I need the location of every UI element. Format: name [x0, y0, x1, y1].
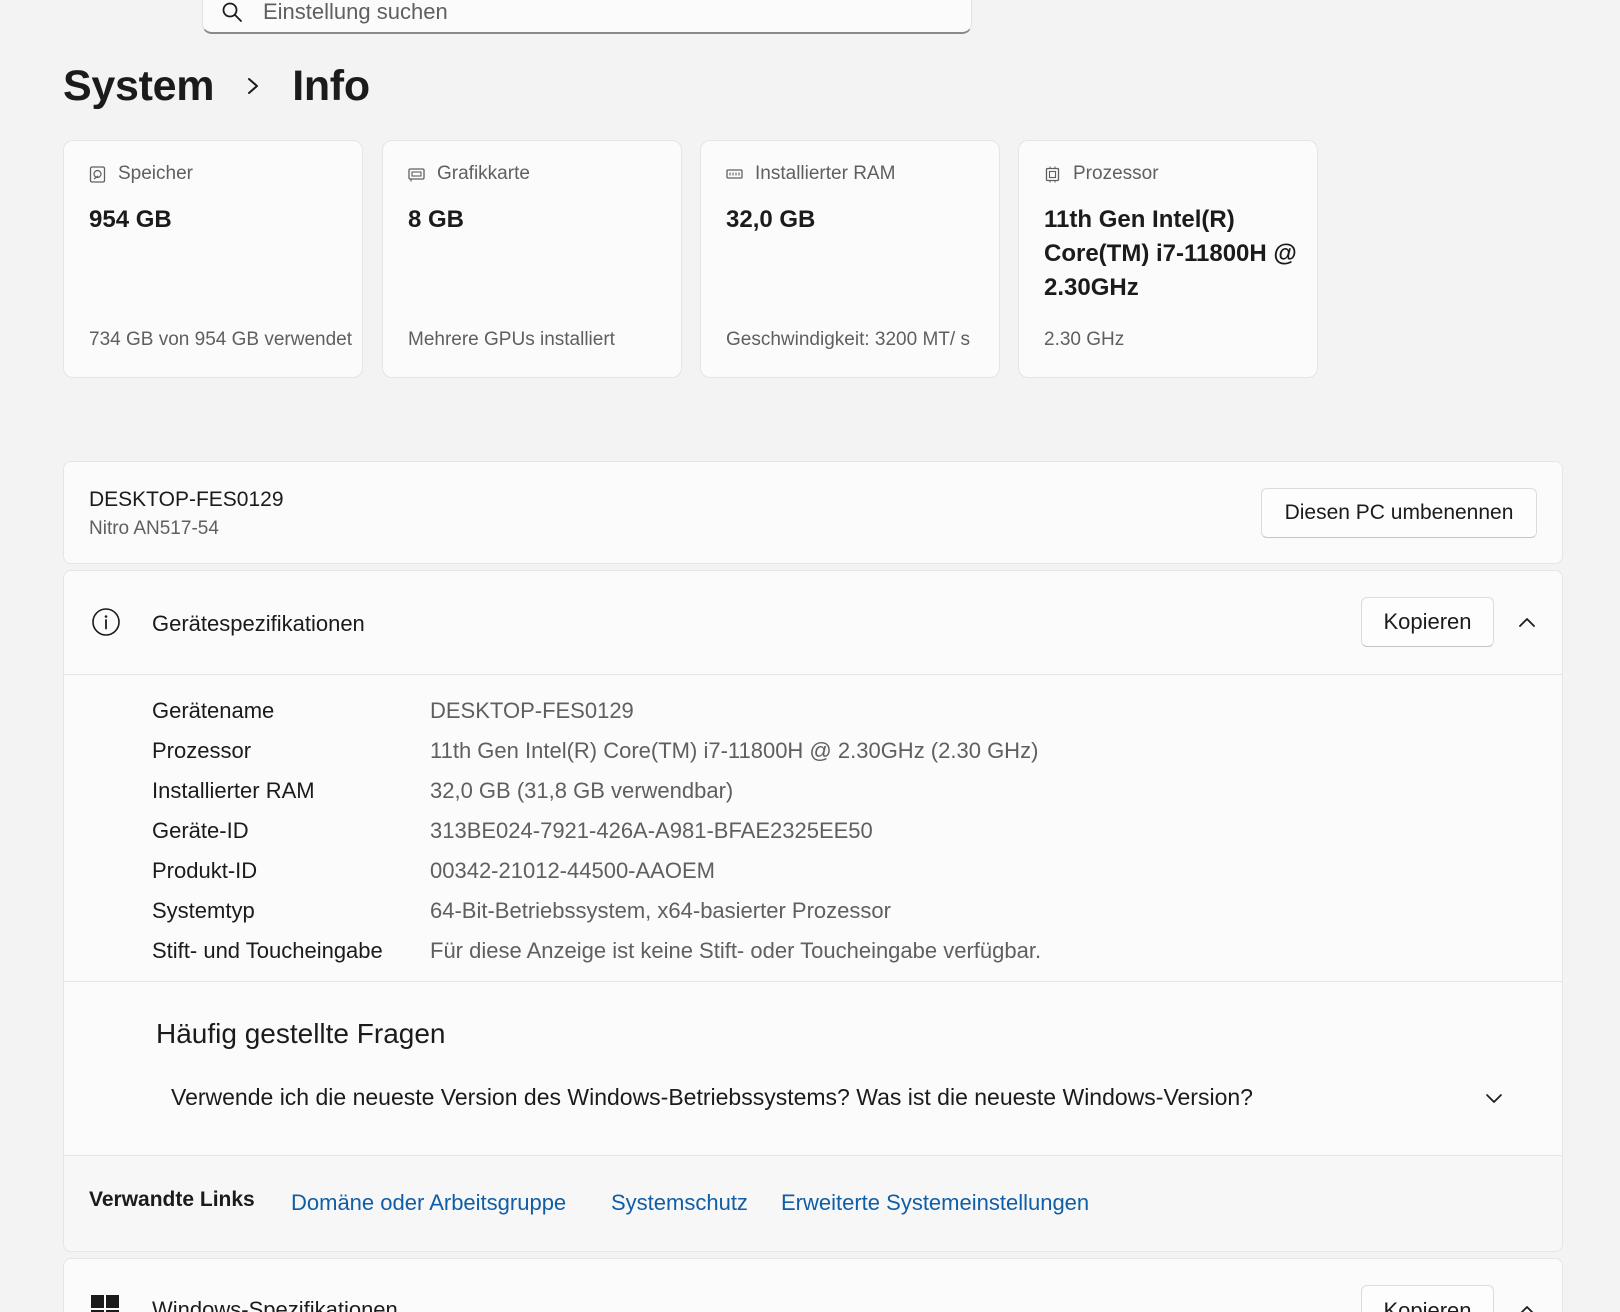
- page-title: Info: [292, 61, 370, 110]
- related-links-title: Verwandte Links: [89, 1188, 255, 1211]
- card-title: Prozessor: [1073, 163, 1159, 184]
- spec-row: Prozessor 11th Gen Intel(R) Core(TM) i7-…: [152, 731, 1041, 771]
- chevron-right-icon: [238, 58, 268, 114]
- windows-logo-icon: [91, 1295, 119, 1312]
- spec-key: Produkt-ID: [152, 858, 258, 883]
- device-specifications-header[interactable]: Gerätespezifikationen Kopieren: [64, 571, 1562, 675]
- info-icon: [92, 608, 120, 636]
- processor-icon: [1045, 166, 1060, 182]
- card-value: 11th Gen Intel(R) Core(TM) i7-11800H @ 2…: [1044, 206, 1297, 301]
- spec-value: 64-Bit-Betriebssystem, x64-basierter Pro…: [430, 898, 891, 923]
- spec-key: Stift- und Toucheingabe: [152, 938, 383, 963]
- card-subtitle: Geschwindigkeit: 3200 MT/ s: [726, 329, 970, 350]
- card-title: Grafikkarte: [437, 163, 530, 184]
- chevron-up-icon[interactable]: [1516, 611, 1538, 633]
- card-title: Speicher: [118, 163, 193, 184]
- windows-specifications-panel[interactable]: Windows-Spezifikationen Kopieren: [63, 1258, 1563, 1312]
- spec-row: Gerätename DESKTOP-FES0129: [152, 691, 1041, 731]
- card-subtitle: Mehrere GPUs installiert: [408, 329, 615, 350]
- card-value: 32,0 GB: [726, 206, 816, 233]
- faq-question[interactable]: Verwende ich die neueste Version des Win…: [171, 1084, 1253, 1111]
- chevron-down-icon[interactable]: [1484, 1088, 1504, 1108]
- card-value: 954 GB: [89, 206, 172, 233]
- windows-specifications-title: Windows-Spezifikationen: [152, 1297, 398, 1312]
- spec-key: Prozessor: [152, 738, 252, 763]
- spec-row: Stift- und Toucheingabe Für diese Anzeig…: [152, 931, 1041, 971]
- spec-value: 32,0 GB (31,8 GB verwendbar): [430, 778, 734, 803]
- device-model: Nitro AN517-54: [89, 518, 219, 539]
- faq-section: Häufig gestellte Fragen Verwende ich die…: [64, 981, 1562, 1155]
- spec-key: Systemtyp: [152, 898, 255, 923]
- card-subtitle: 2.30 GHz: [1044, 329, 1125, 350]
- storage-icon: [89, 165, 106, 183]
- spec-key: Installierter RAM: [152, 778, 315, 803]
- card-ram[interactable]: Installierter RAM 32,0 GB Geschwindigkei…: [700, 140, 1000, 378]
- ram-icon: [726, 168, 743, 179]
- spec-value: 11th Gen Intel(R) Core(TM) i7-11800H @ 2…: [430, 738, 1039, 763]
- spec-key: Geräte-ID: [152, 818, 249, 843]
- spec-row: Systemtyp 64-Bit-Betriebssystem, x64-bas…: [152, 891, 1041, 931]
- spec-value: 00342-21012-44500-AAOEM: [430, 858, 715, 883]
- link-system-protection[interactable]: Systemschutz: [611, 1190, 748, 1216]
- breadcrumb-system[interactable]: System: [63, 62, 214, 111]
- spec-row: Geräte-ID 313BE024-7921-426A-A981-BFAE23…: [152, 811, 1041, 851]
- copy-device-specs-button[interactable]: Kopieren: [1361, 597, 1494, 647]
- card-title: Installierter RAM: [755, 163, 896, 184]
- rename-pc-button[interactable]: Diesen PC umbenennen: [1261, 488, 1537, 538]
- spec-list: Gerätename DESKTOP-FES0129 Prozessor 11t…: [152, 691, 1041, 971]
- spec-row: Installierter RAM 32,0 GB (31,8 GB verwe…: [152, 771, 1041, 811]
- spec-value: DESKTOP-FES0129: [430, 698, 634, 723]
- search-icon: [222, 2, 242, 22]
- device-name-row: DESKTOP-FES0129 Nitro AN517-54 Diesen PC…: [63, 461, 1563, 564]
- search-box[interactable]: [202, 0, 972, 34]
- card-storage[interactable]: Speicher 954 GB 734 GB von 954 GB verwen…: [63, 140, 363, 378]
- card-processor[interactable]: Prozessor 11th Gen Intel(R) Core(TM) i7-…: [1018, 140, 1318, 378]
- search-input[interactable]: [263, 0, 943, 25]
- card-subtitle: 734 GB von 954 GB verwendet: [89, 329, 352, 350]
- related-links: Verwandte Links Domäne oder Arbeitsgrupp…: [64, 1155, 1562, 1251]
- spec-row: Produkt-ID 00342-21012-44500-AAOEM: [152, 851, 1041, 891]
- card-value: 8 GB: [408, 206, 465, 233]
- device-specifications-panel: Gerätespezifikationen Kopieren Gerätenam…: [63, 570, 1563, 1252]
- device-specifications-title: Gerätespezifikationen: [152, 611, 365, 636]
- graphics-card-icon: [408, 167, 425, 181]
- device-name: DESKTOP-FES0129: [89, 488, 284, 511]
- faq-title: Häufig gestellte Fragen: [156, 1018, 446, 1049]
- breadcrumb: System Info: [63, 58, 370, 114]
- copy-windows-specs-button[interactable]: Kopieren: [1361, 1285, 1494, 1312]
- card-graphics[interactable]: Grafikkarte 8 GB Mehrere GPUs installier…: [382, 140, 682, 378]
- chevron-up-icon[interactable]: [1516, 1299, 1538, 1312]
- spec-value: Für diese Anzeige ist keine Stift- oder …: [430, 938, 1042, 963]
- link-domain-workgroup[interactable]: Domäne oder Arbeitsgruppe: [291, 1190, 566, 1216]
- spec-value: 313BE024-7921-426A-A981-BFAE2325EE50: [430, 818, 873, 843]
- link-advanced-system-settings[interactable]: Erweiterte Systemeinstellungen: [781, 1190, 1089, 1216]
- about-page: System Info Speicher 954 GB 734 GB von 9…: [0, 0, 1620, 1312]
- spec-key: Gerätename: [152, 698, 275, 723]
